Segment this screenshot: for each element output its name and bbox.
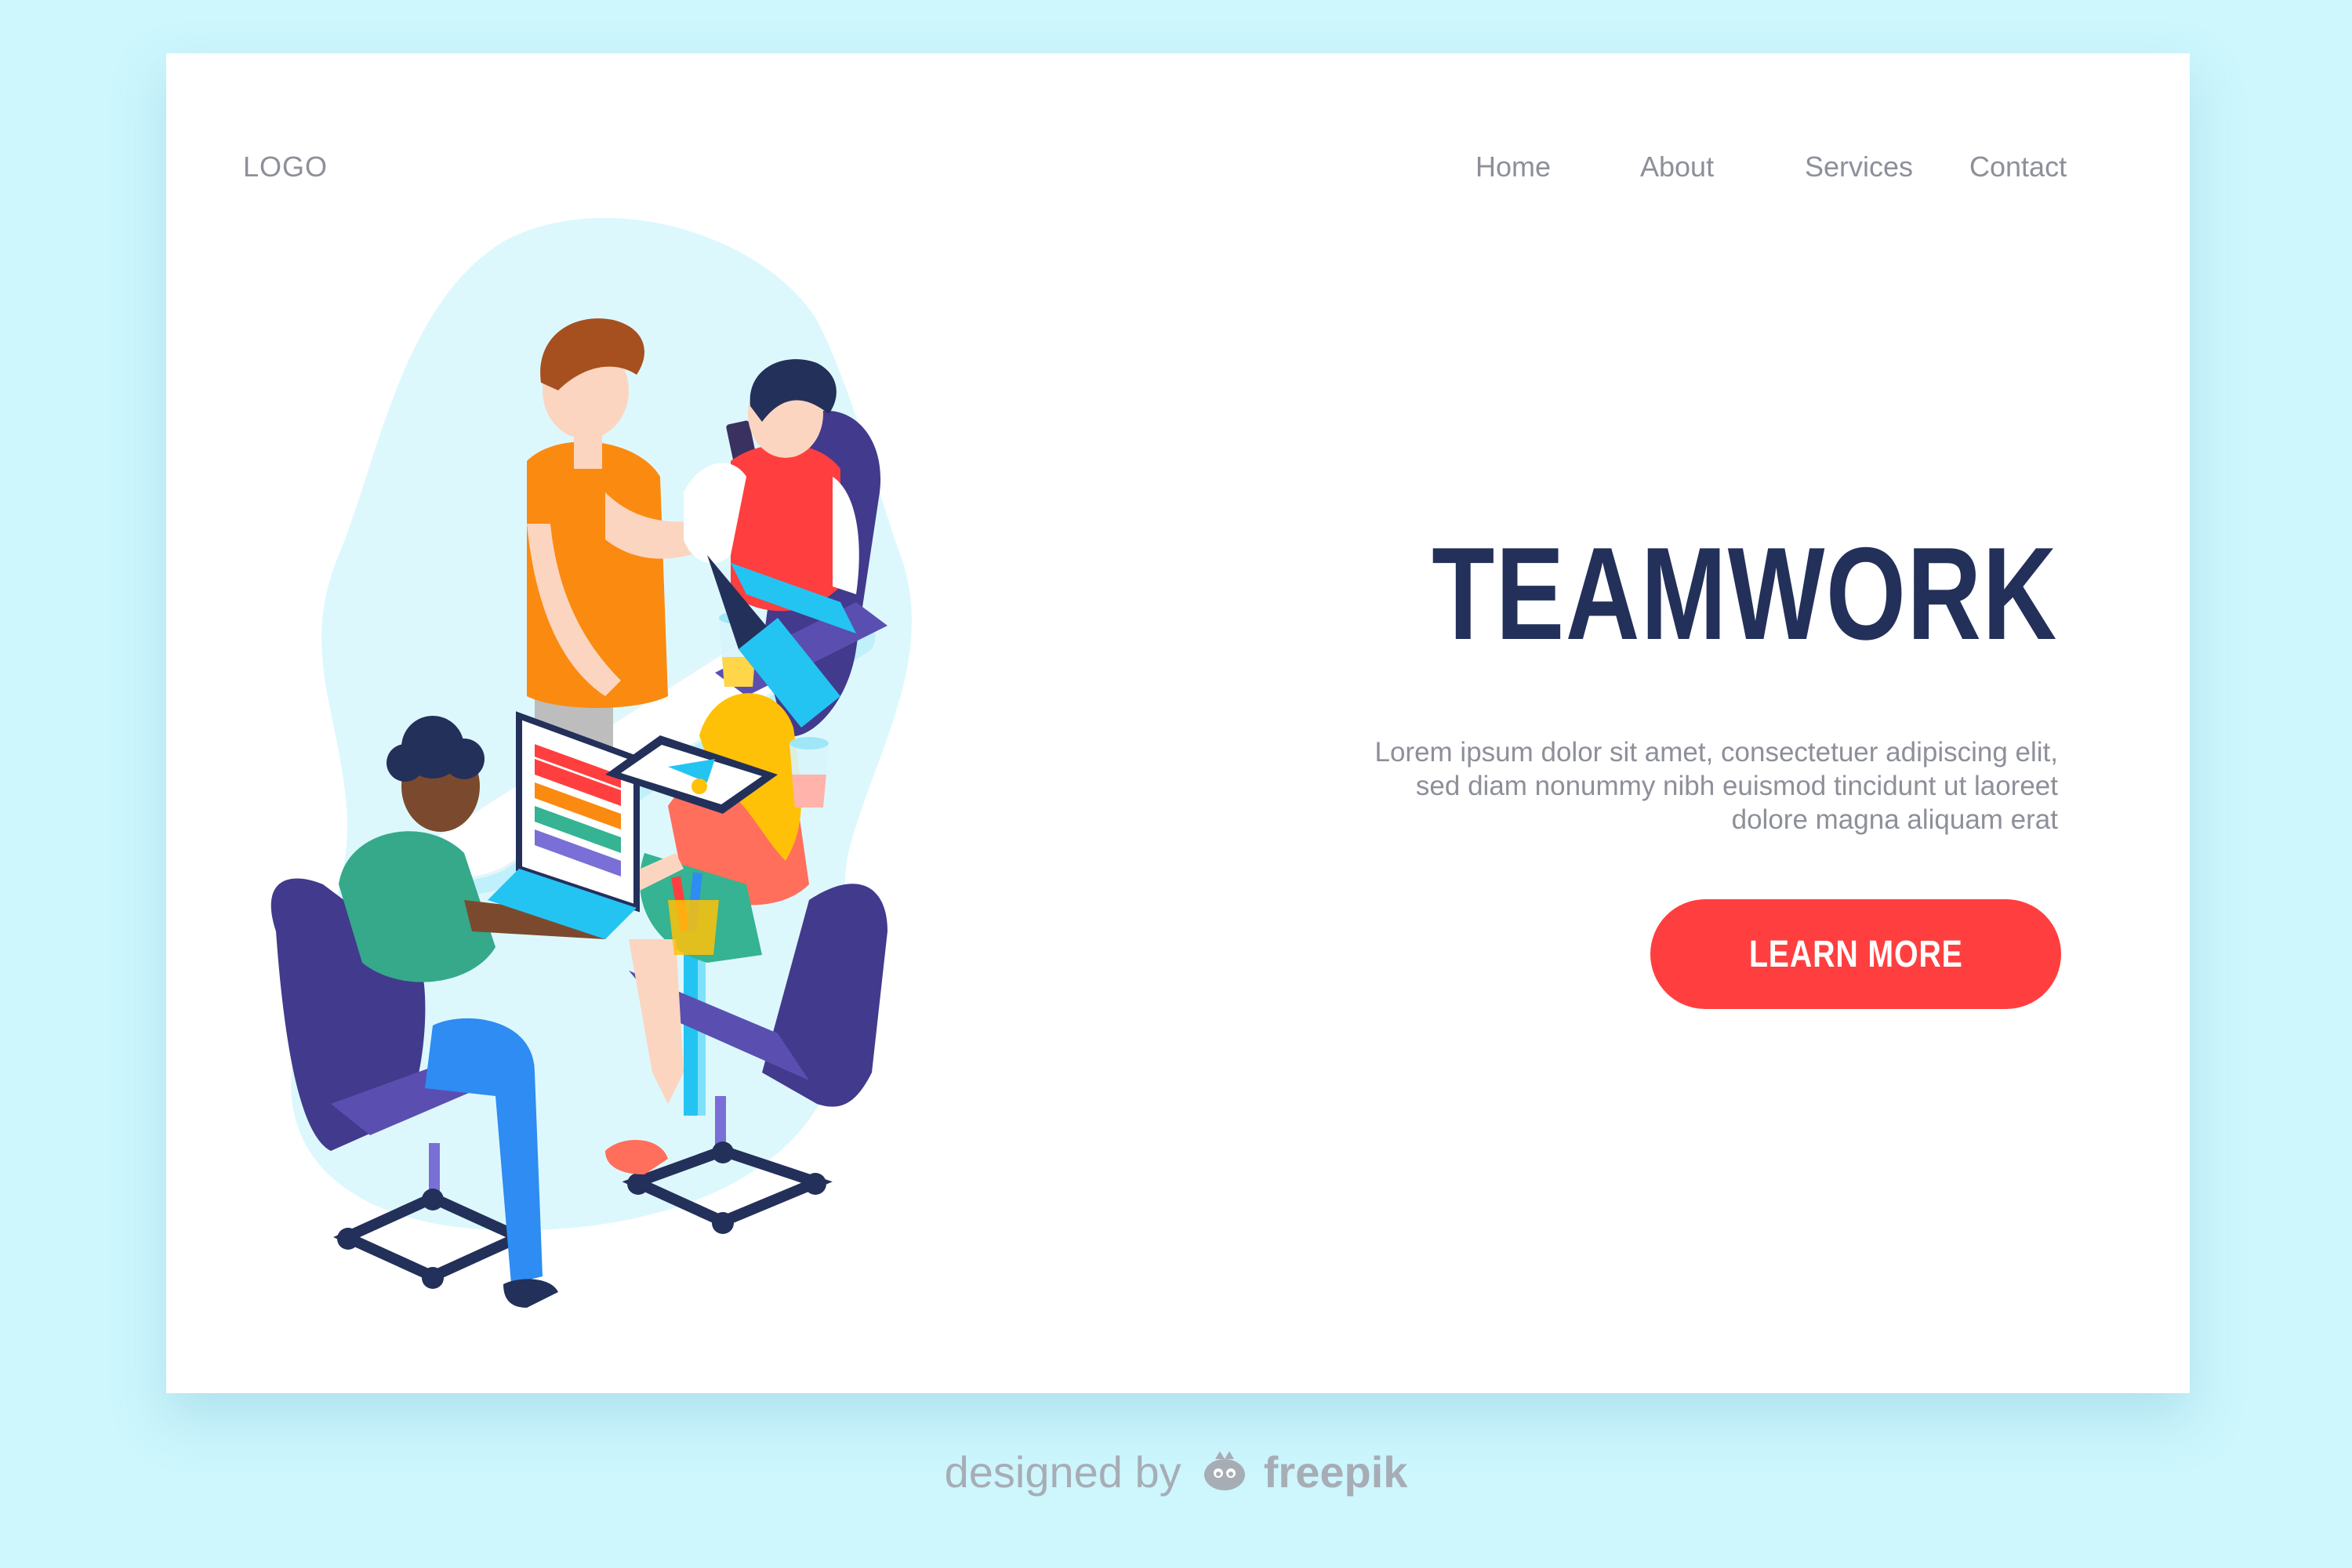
learn-more-label: LEARN MORE xyxy=(1748,933,1963,975)
team-meeting-illustration xyxy=(270,217,912,1308)
cup-pink xyxy=(789,737,829,808)
learn-more-button[interactable]: LEARN MORE xyxy=(1650,899,2061,1009)
nav-contact[interactable]: Contact xyxy=(1969,151,2067,183)
hero-description: Lorem ipsum dolor sit amet, consectetuer… xyxy=(1374,737,2058,835)
pencil-cup xyxy=(668,872,719,955)
credit-prefix: designed by xyxy=(944,1447,1181,1497)
credit-brand[interactable]: freepik xyxy=(1264,1447,1408,1497)
freepik-mascot-icon xyxy=(1201,1450,1248,1504)
landing-card: LOGO Home About Services Contact TEAMWOR… xyxy=(166,53,2190,1393)
page-title: TEAMWORK xyxy=(1432,520,2058,667)
footer-credit: designed by freepik xyxy=(0,1446,2352,1504)
nav-home[interactable]: Home xyxy=(1475,151,1551,183)
nav-about[interactable]: About xyxy=(1640,151,1714,183)
nav-services[interactable]: Services xyxy=(1805,151,1913,183)
